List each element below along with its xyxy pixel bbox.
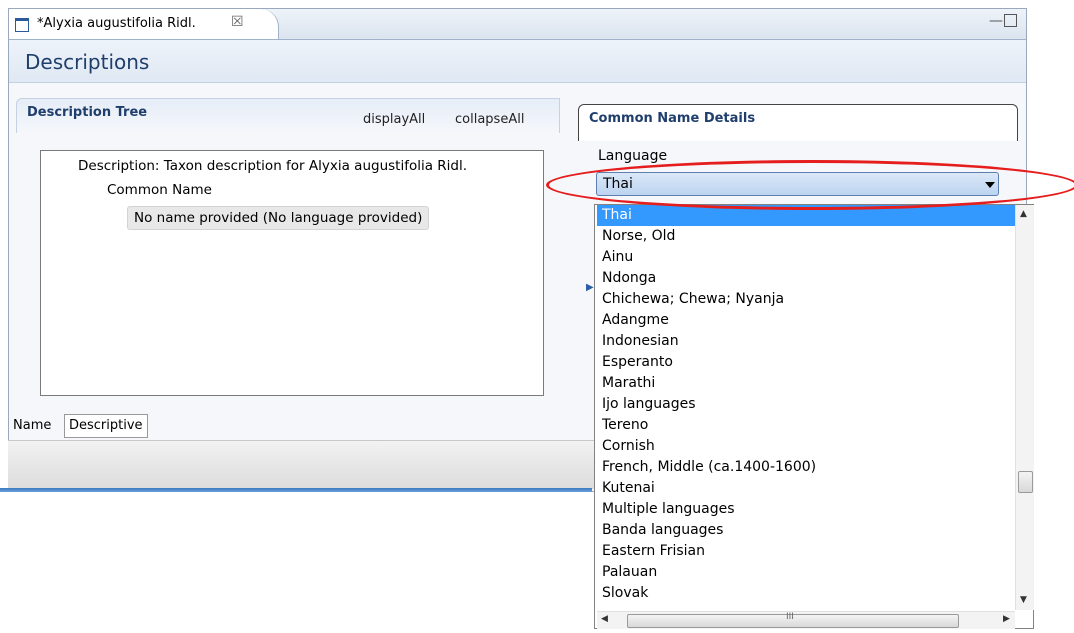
horizontal-scroll-thumb[interactable]: III	[627, 612, 959, 628]
close-icon[interactable]: ☒	[231, 14, 244, 30]
editor-tab[interactable]: *Alyxia augustifolia Ridl. ☒	[9, 9, 279, 39]
language-option[interactable]: Esperanto	[597, 352, 1015, 373]
scroll-up-icon[interactable]: ▲	[1020, 209, 1027, 219]
status-bar	[8, 440, 598, 489]
form-header: Descriptions	[9, 40, 1026, 83]
common-name-details-section: Common Name Details	[578, 104, 1018, 144]
description-tree-header: Description Tree displayAll collapseAll	[16, 98, 560, 133]
vertical-scroll-thumb[interactable]	[1018, 471, 1033, 493]
language-option[interactable]: Banda languages	[597, 520, 1015, 541]
language-option[interactable]: French, Middle (ca.1400-1600)	[597, 457, 1015, 478]
language-label: Language	[598, 148, 668, 164]
language-option[interactable]: Ijo languages	[597, 394, 1015, 415]
page-title: Descriptions	[25, 50, 150, 74]
scroll-grip: III	[786, 612, 794, 622]
marker-arrow-icon: ▶	[586, 282, 594, 293]
common-name-details-title: Common Name Details	[589, 111, 756, 126]
tree-node-description[interactable]: Description: Taxon description for Alyxi…	[78, 158, 467, 174]
editor-window-icon	[15, 18, 29, 32]
language-option[interactable]: Kutenai	[597, 478, 1015, 499]
language-option[interactable]: Marathi	[597, 373, 1015, 394]
maximize-icon[interactable]	[1004, 14, 1017, 27]
language-option[interactable]: Multiple languages	[597, 499, 1015, 520]
language-option[interactable]: Adangme	[597, 310, 1015, 331]
scroll-right-icon[interactable]: ▶	[1003, 614, 1010, 624]
language-option[interactable]: Eastern Frisian	[597, 541, 1015, 562]
horizontal-scrollbar[interactable]: ◀ III ▶	[597, 611, 1015, 629]
collapse-all-link[interactable]: collapseAll	[455, 112, 524, 127]
display-all-link[interactable]: displayAll	[363, 112, 425, 127]
tree-node-common-name[interactable]: Common Name	[107, 182, 212, 198]
description-tree-section: Description Tree displayAll collapseAll …	[16, 98, 560, 408]
language-option[interactable]: Chichewa; Chewa; Nyanja	[597, 289, 1015, 310]
vertical-scrollbar[interactable]: ▲ ▼	[1015, 205, 1034, 610]
scroll-down-icon[interactable]: ▼	[1020, 595, 1027, 605]
language-option[interactable]: Ndonga	[597, 268, 1015, 289]
language-option[interactable]: Slovak	[597, 583, 1015, 604]
description-tree[interactable]: Description: Taxon description for Alyxi…	[40, 150, 544, 396]
language-option[interactable]: Norse, Old	[597, 226, 1015, 247]
editor-tab-strip: *Alyxia augustifolia Ridl. ☒ —	[9, 9, 1026, 40]
highlight-ellipse	[546, 160, 1074, 210]
language-option[interactable]: Ainu	[597, 247, 1015, 268]
description-tree-title: Description Tree	[27, 105, 148, 120]
editor-tab-title: *Alyxia augustifolia Ridl.	[37, 16, 196, 31]
language-option[interactable]: Tereno	[597, 415, 1015, 436]
language-option[interactable]: Cornish	[597, 436, 1015, 457]
common-name-details-header: Common Name Details	[578, 104, 1018, 141]
window-divider	[0, 488, 592, 492]
language-option[interactable]: Indonesian	[597, 331, 1015, 352]
scroll-left-icon[interactable]: ◀	[601, 614, 608, 624]
language-dropdown-list[interactable]: Thai Norse, Old Ainu Ndonga Chichewa; Chewa;…	[594, 204, 1034, 629]
tab-name[interactable]: Name	[8, 414, 56, 438]
minimize-icon[interactable]: —	[989, 13, 1003, 29]
tree-node-no-name[interactable]: No name provided (No language provided)	[127, 206, 430, 230]
language-option[interactable]: Palauan	[597, 562, 1015, 583]
tab-descriptive[interactable]: Descriptive	[64, 414, 148, 438]
